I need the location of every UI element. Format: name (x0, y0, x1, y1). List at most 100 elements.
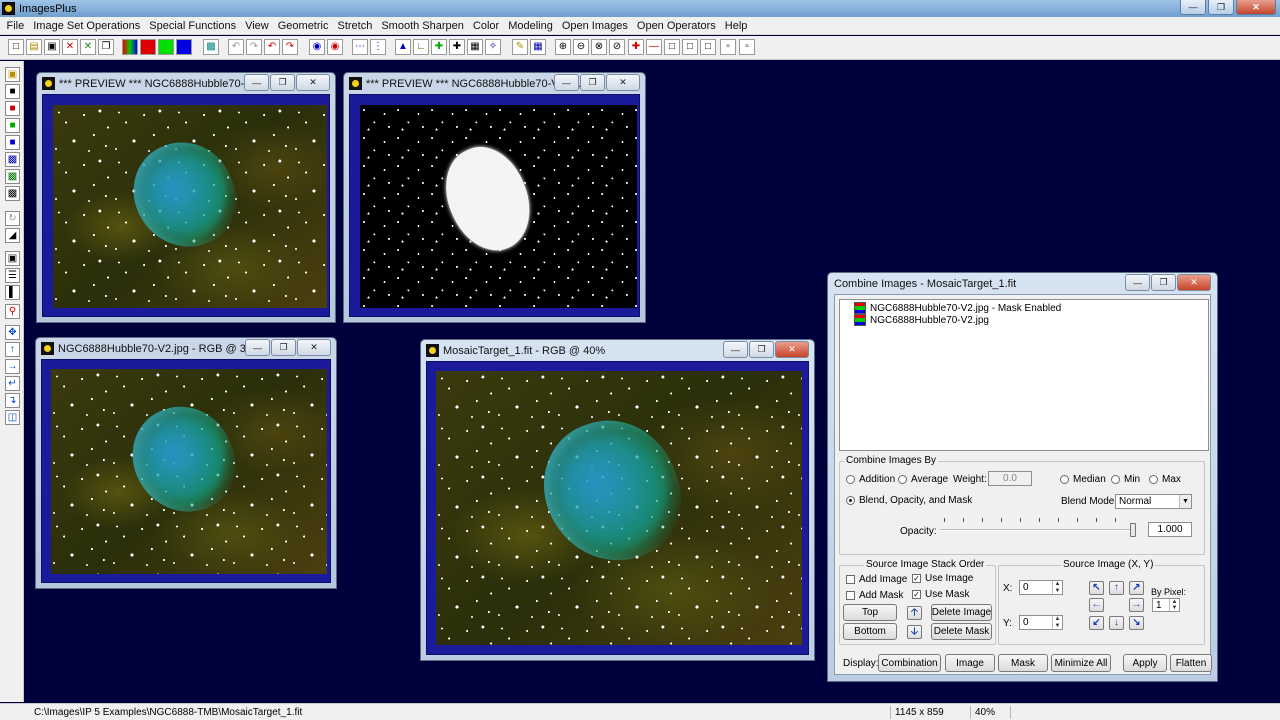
crosshair-green-icon[interactable]: ✚ (431, 39, 447, 55)
maximize-button[interactable]: ❐ (580, 74, 605, 91)
search-icon[interactable]: ⚲ (5, 304, 20, 319)
top-button[interactable]: Top (843, 604, 897, 621)
close-image-icon[interactable]: ✕ (62, 39, 78, 55)
minimize-button[interactable]: — (244, 74, 269, 91)
close-button[interactable]: ✕ (297, 339, 331, 356)
preview-window-2-titlebar[interactable]: *** PREVIEW *** NGC6888Hubble70-V2-L-...… (349, 73, 640, 94)
rgb-channels-icon[interactable] (122, 39, 138, 55)
blue-square-icon[interactable]: ■ (5, 135, 20, 150)
blend-opacity-mask-radio[interactable]: Blend, Opacity, and Mask (846, 495, 972, 506)
mask-preview-image[interactable] (360, 105, 637, 308)
bar-icon[interactable]: ▌ (5, 285, 20, 300)
dialog-titlebar[interactable]: Combine Images - MosaicTarget_1.fit — ❐ … (834, 273, 1211, 294)
y-spinner[interactable]: ▲ ▼ (1052, 616, 1062, 629)
delete-image-button[interactable]: Delete Image (931, 604, 992, 621)
move-down-icon[interactable]: 🡣 (907, 625, 922, 639)
min-radio[interactable]: Min (1111, 474, 1140, 485)
menu-help[interactable]: Help (720, 20, 752, 32)
preview-window-1[interactable]: *** PREVIEW *** NGC6888Hubble70-V2.jp...… (36, 72, 336, 323)
frame-3-icon[interactable]: □ (700, 39, 716, 55)
circle-select-icon[interactable]: ◉ (309, 39, 325, 55)
align-icon[interactable]: ◫ (5, 410, 20, 425)
arrow-down-left-icon[interactable]: ↙ (1089, 616, 1104, 630)
image-button[interactable]: Image (945, 654, 995, 672)
mask-button[interactable]: Mask (998, 654, 1048, 672)
layers-black-icon[interactable]: ▩ (5, 186, 20, 201)
chevron-down-icon[interactable]: ▼ (1179, 495, 1191, 508)
add-mask-checkbox[interactable]: Add Mask (846, 590, 903, 601)
preview-window-2[interactable]: *** PREVIEW *** NGC6888Hubble70-V2-L-...… (343, 72, 646, 323)
mosaic-nebula-image[interactable] (436, 371, 802, 645)
arrow-down-right-icon[interactable]: ↘ (1129, 616, 1144, 630)
maximize-button[interactable]: ❐ (271, 339, 296, 356)
close-button[interactable]: ✕ (1177, 274, 1211, 291)
minimize-button[interactable]: — (1125, 274, 1150, 291)
red-square-icon[interactable]: ■ (5, 101, 20, 116)
minimize-all-button[interactable]: Minimize All (1051, 654, 1111, 672)
list-item[interactable]: NGC6888Hubble70-V2.jpg (854, 314, 989, 326)
turn-down-icon[interactable]: ↴ (5, 393, 20, 408)
menu-open-images[interactable]: Open Images (557, 20, 632, 32)
maximize-button[interactable]: ❐ (1151, 274, 1176, 291)
image-stack-list[interactable]: NGC6888Hubble70-V2.jpg - Mask Enabled NG… (839, 299, 1209, 451)
menu-stretch[interactable]: Stretch (333, 20, 377, 32)
subtract-red-icon[interactable]: — (646, 39, 662, 55)
green-channel-icon[interactable] (158, 39, 174, 55)
red-channel-icon[interactable] (140, 39, 156, 55)
bottom-button[interactable]: Bottom (843, 623, 897, 640)
crosshair-icon[interactable]: ✚ (449, 39, 465, 55)
menu-modeling[interactable]: Modeling (504, 20, 558, 32)
close-all-icon[interactable]: ✕ (80, 39, 96, 55)
save-all-icon[interactable]: ▣ (5, 67, 20, 82)
opacity-field[interactable]: 1.000 (1148, 522, 1192, 537)
flatten-button[interactable]: Flatten (1170, 654, 1212, 672)
average-radio[interactable]: Average (898, 474, 948, 485)
blue-channel-icon[interactable] (176, 39, 192, 55)
menu-special-functions[interactable]: Special Functions (145, 20, 241, 32)
minimize-button[interactable]: — (245, 339, 270, 356)
select-box-icon[interactable]: ▣ (5, 251, 20, 266)
frame-5-icon[interactable]: ▫ (739, 39, 755, 55)
green-square-icon[interactable]: ■ (5, 118, 20, 133)
zoom-fit-icon[interactable]: ⊗ (591, 39, 607, 55)
apply-button[interactable]: Apply (1123, 654, 1167, 672)
arrow-left-icon[interactable]: ← (1089, 598, 1104, 612)
rgb-window-titlebar[interactable]: NGC6888Hubble70-V2.jpg - RGB @ 30% — ❐ ✕ (41, 338, 331, 359)
rgb-image-window[interactable]: NGC6888Hubble70-V2.jpg - RGB @ 30% — ❐ ✕ (35, 337, 337, 589)
histogram-icon[interactable]: ▲ (395, 39, 411, 55)
mosaic-window-titlebar[interactable]: MosaicTarget_1.fit - RGB @ 40% — ❐ ✕ (426, 340, 809, 361)
addition-radio[interactable]: Addition (846, 474, 895, 485)
arrow-up-icon[interactable]: ↑ (5, 342, 20, 357)
grid-view-icon[interactable]: ▩ (203, 39, 219, 55)
save-icon[interactable]: ▣ (44, 39, 60, 55)
maximize-button[interactable]: ❐ (749, 341, 774, 358)
x-position-input[interactable]: 0 ▲ ▼ (1019, 580, 1063, 595)
zoom-out-icon[interactable]: ⊖ (573, 39, 589, 55)
app-maximize-button[interactable]: ❐ (1208, 0, 1234, 15)
frame-2-icon[interactable]: □ (682, 39, 698, 55)
zoom-in-icon[interactable]: ⊕ (555, 39, 571, 55)
use-mask-checkbox[interactable]: ✓ Use Mask (912, 589, 969, 600)
y-position-input[interactable]: 0 ▲ ▼ (1019, 615, 1063, 630)
use-image-checkbox[interactable]: ✓ Use Image (912, 573, 973, 584)
move-icon[interactable]: ✥ (5, 325, 20, 340)
app-minimize-button[interactable]: — (1180, 0, 1206, 15)
x-spinner[interactable]: ▲ ▼ (1052, 581, 1062, 594)
list-item[interactable]: NGC6888Hubble70-V2.jpg - Mask Enabled (854, 302, 1061, 314)
arrow-up-right-icon[interactable]: ↗ (1129, 581, 1144, 595)
layers-icon[interactable]: ▩ (5, 152, 20, 167)
menu-color[interactable]: Color (468, 20, 503, 32)
nebula-preview-image[interactable] (53, 105, 327, 308)
move-up-icon[interactable]: 🡡 (907, 606, 922, 620)
slider-thumb[interactable] (1130, 523, 1136, 537)
app-close-button[interactable]: ✕ (1236, 0, 1276, 15)
diagonal-icon[interactable]: ◢ (5, 228, 20, 243)
close-button[interactable]: ✕ (775, 341, 809, 358)
median-radio[interactable]: Median (1060, 474, 1106, 485)
mosaic-target-window[interactable]: MosaicTarget_1.fit - RGB @ 40% — ❐ ✕ (420, 339, 815, 661)
dotted-line-icon[interactable]: ⋯ (352, 39, 368, 55)
columns-icon[interactable]: ☰ (5, 268, 20, 283)
opacity-slider[interactable] (940, 518, 1136, 540)
black-square-icon[interactable]: ■ (5, 84, 20, 99)
delete-mask-button[interactable]: Delete Mask (931, 623, 992, 640)
